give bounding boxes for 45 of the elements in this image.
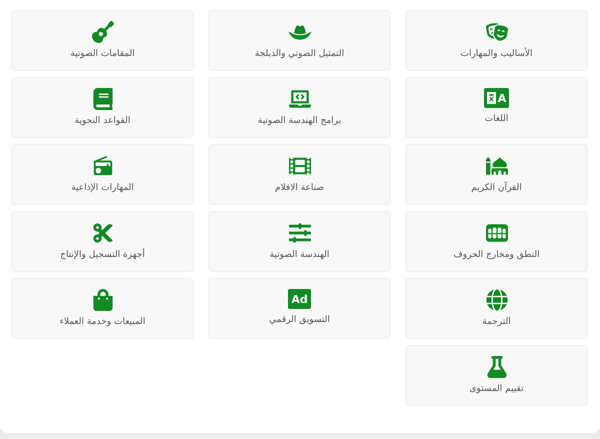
category-card[interactable]: المبيعات وخدمة العملاء (11, 278, 194, 339)
category-card[interactable]: التمثيل الصوتي والدبلجة (208, 10, 391, 71)
category-card[interactable]: تقييم المستوى (405, 345, 588, 406)
category-card[interactable]: أجهزة التسجيل والإنتاج (11, 211, 194, 272)
category-card[interactable]: الترجمة (405, 278, 588, 339)
category-label: أجهزة التسجيل والإنتاج (60, 250, 145, 260)
guitar-icon (92, 21, 114, 43)
category-label: الهندسة الصوتية (270, 250, 330, 260)
category-card[interactable]: القواعد النحوية (11, 77, 194, 138)
category-label: برامج الهندسة الصوتية (258, 116, 342, 126)
category-label: القواعد النحوية (74, 116, 130, 126)
category-card[interactable]: صناعة الافلام (208, 144, 391, 205)
radio-icon (92, 155, 114, 177)
category-label: المهارات الإذاعية (71, 183, 134, 193)
shopping-bag-icon (92, 289, 114, 311)
category-label: المقامات الصوتية (70, 49, 135, 59)
mosque-icon (486, 155, 508, 177)
category-label: المبيعات وخدمة العملاء (60, 317, 146, 327)
globe-icon (486, 289, 508, 311)
category-label: القرآن الكريم (471, 183, 522, 193)
teeth-icon (486, 222, 508, 244)
category-label: التسويق الرقمي (269, 315, 330, 325)
category-card[interactable]: المهارات الإذاعية (11, 144, 194, 205)
book-icon (92, 88, 114, 110)
scissors-icon (92, 222, 114, 244)
category-label: اللغات (484, 114, 508, 124)
language-badge: A (484, 88, 510, 108)
category-card[interactable]: القرآن الكريم (405, 144, 588, 205)
category-label: النطق ومخارج الحروف (453, 250, 540, 260)
film-icon (288, 155, 310, 177)
category-card[interactable]: المقامات الصوتية (11, 10, 194, 71)
laptop-code-icon (288, 88, 310, 110)
category-label: الأساليب والمهارات (460, 49, 533, 59)
category-label: تقييم المستوى (469, 384, 524, 394)
sliders-icon (288, 222, 310, 244)
theater-masks-icon (486, 21, 508, 43)
category-card[interactable]: برامج الهندسة الصوتية (208, 77, 391, 138)
category-label: صناعة الافلام (274, 183, 324, 193)
category-card[interactable]: النطق ومخارج الحروف (405, 211, 588, 272)
category-card[interactable]: الهندسة الصوتية (208, 211, 391, 272)
flask-icon (486, 356, 508, 378)
category-label: الترجمة (482, 317, 511, 327)
category-card[interactable]: الأساليب والمهارات (405, 10, 588, 71)
category-label: التمثيل الصوتي والدبلجة (254, 49, 344, 59)
ad-badge: Ad (288, 289, 311, 309)
